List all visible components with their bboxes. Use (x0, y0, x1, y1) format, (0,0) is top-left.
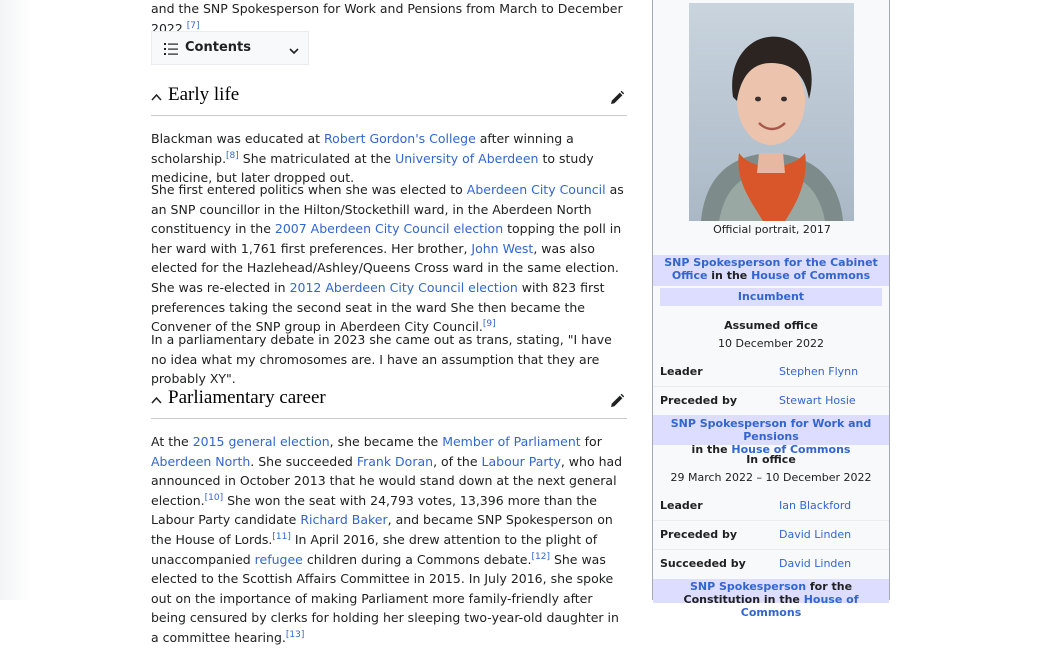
reference-13[interactable]: [13] (286, 630, 304, 640)
link-2015-general-election[interactable]: 2015 general election (193, 434, 330, 449)
row-label: Succeeded by (660, 557, 746, 570)
office-header-constitution: SNP Spokesperson for the Constitution in… (653, 579, 889, 619)
link-house-of-commons[interactable]: House of Commons (751, 269, 870, 282)
contents-label: Contents (185, 40, 251, 55)
contents-toggle-button[interactable]: Contents (151, 31, 309, 65)
reference-10[interactable]: [10] (205, 493, 223, 503)
row-label: Leader (660, 499, 703, 512)
in-office-dates: 29 March 2022 – 10 December 2022 (670, 471, 872, 484)
pencil-icon[interactable] (609, 90, 625, 106)
left-margin-shade (0, 0, 32, 600)
link-2012-election[interactable]: 2012 Aberdeen City Council election (290, 280, 518, 295)
link-snp-spokesperson-work-pensions[interactable]: SNP Spokesperson for Work and Pensions (671, 417, 872, 443)
parliamentary-paragraph-1: At the 2015 general election, she became… (151, 434, 623, 645)
office-header-cabinet-office: SNP Spokesperson for the Cabinet Office … (653, 255, 889, 286)
link-john-west[interactable]: John West (471, 241, 533, 256)
link-refugee[interactable]: refugee (255, 552, 303, 567)
link-stewart-hosie[interactable]: Stewart Hosie (779, 394, 856, 407)
section-heading-parliamentary-career: Parliamentary career (151, 383, 627, 419)
link-snp-spokesperson[interactable]: SNP Spokesperson (690, 580, 806, 593)
link-frank-doran[interactable]: Frank Doran (357, 454, 433, 469)
row-label: Preceded by (660, 394, 738, 407)
link-david-linden[interactable]: David Linden (779, 528, 851, 541)
link-member-of-parliament[interactable]: Member of Parliament (442, 434, 580, 449)
section-title: Early life (168, 84, 240, 105)
pencil-icon[interactable] (609, 393, 625, 409)
infobox: Official portrait, 2017 SNP Spokesperson… (652, 0, 890, 619)
infobox-row-succeeded-by: Succeeded by David Linden (653, 549, 889, 578)
early-life-paragraph-2: She first entered politics when she was … (151, 182, 624, 335)
infobox-row-preceded-by: Preceded by Stewart Hosie (653, 386, 889, 415)
incumbent-badge[interactable]: Incumbent (660, 288, 882, 306)
portrait-illustration (689, 3, 854, 221)
reference-12[interactable]: [12] (531, 551, 549, 561)
reference-11[interactable]: [11] (272, 532, 290, 542)
link-aberdeen-city-council[interactable]: Aberdeen City Council (467, 182, 606, 197)
infobox-row-preceded-by: Preceded by David Linden (653, 520, 889, 549)
infobox-row-leader: Leader Stephen Flynn (653, 358, 889, 386)
early-life-paragraph-3: In a parliamentary debate in 2023 she ca… (151, 332, 612, 387)
link-ian-blackford[interactable]: Ian Blackford (779, 499, 851, 512)
in-office-label: In office (746, 453, 796, 466)
chevron-up-icon[interactable] (151, 92, 162, 103)
link-david-linden[interactable]: David Linden (779, 557, 851, 570)
section-title: Parliamentary career (168, 387, 326, 408)
early-life-paragraph-1: Blackman was educated at Robert Gordon's… (151, 131, 594, 186)
chevron-down-icon (289, 48, 299, 55)
assumed-office-date: 10 December 2022 (717, 337, 825, 350)
link-labour-party[interactable]: Labour Party (482, 454, 561, 469)
section-heading-early-life: Early life (151, 80, 627, 116)
assumed-office-label: Assumed office (724, 319, 818, 332)
link-2007-election[interactable]: 2007 Aberdeen City Council election (275, 221, 503, 236)
list-icon (164, 43, 178, 55)
infobox-row-leader: Leader Ian Blackford (653, 492, 889, 520)
row-label: Preceded by (660, 528, 738, 541)
link-richard-baker[interactable]: Richard Baker (300, 512, 387, 527)
link-university-of-aberdeen[interactable]: University of Aberdeen (395, 151, 538, 166)
chevron-up-icon[interactable] (151, 395, 162, 406)
reference-7[interactable]: [7] (187, 20, 200, 30)
portrait-caption: Official portrait, 2017 (713, 223, 831, 236)
official-portrait-image[interactable] (689, 3, 854, 221)
office-header-work-and-pensions: SNP Spokesperson for Work and Pensions in… (653, 415, 889, 456)
reference-9[interactable]: [9] (483, 319, 496, 329)
link-robert-gordons-college[interactable]: Robert Gordon's College (324, 131, 476, 146)
link-aberdeen-north[interactable]: Aberdeen North (151, 454, 250, 469)
row-label: Leader (660, 365, 703, 378)
link-stephen-flynn[interactable]: Stephen Flynn (779, 365, 858, 378)
reference-8[interactable]: [8] (226, 150, 239, 160)
